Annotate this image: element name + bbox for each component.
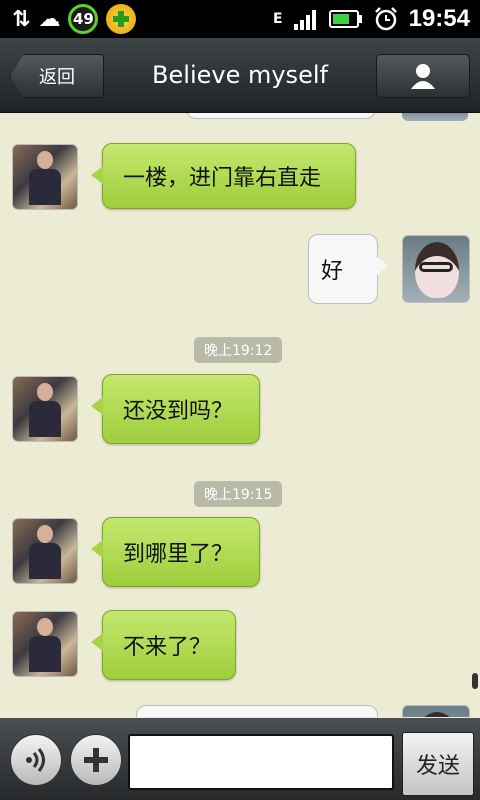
back-button-label: 返回 — [39, 67, 75, 88]
message-bubble-received[interactable]: 不来了？ — [91, 610, 236, 680]
message-text: 还没到吗？ — [123, 399, 234, 424]
battery-icon — [328, 10, 362, 28]
page-title: Believe myself — [152, 61, 328, 89]
message-text: 好 — [321, 259, 344, 284]
my-avatar[interactable] — [402, 235, 470, 303]
message-text: 到哪里了？ — [123, 542, 234, 567]
message-bubble-received[interactable]: 到哪里了？ — [91, 517, 260, 587]
title-bar: 返回 Believe myself — [0, 38, 480, 113]
timestamp-label: 晚上19:15 — [194, 481, 283, 507]
message-bubble-received[interactable]: 还没到吗？ — [91, 374, 260, 444]
status-time: 19:54 — [408, 5, 470, 32]
plus-icon — [84, 748, 108, 772]
message-text: 不来了？ — [123, 635, 212, 660]
weather-icon: ☁ — [38, 6, 61, 32]
message-text: 一楼，进门靠右直走 — [123, 166, 322, 191]
send-button[interactable]: 发送 — [402, 732, 474, 796]
message-input[interactable] — [128, 734, 394, 790]
add-attachment-button[interactable] — [70, 734, 122, 786]
message-bubble-sent[interactable]: 好 — [308, 234, 389, 304]
person-icon — [411, 64, 435, 89]
network-type-label: E — [273, 11, 283, 27]
message-bubble-received[interactable]: 一楼，进门靠右直走 — [91, 143, 356, 209]
contact-avatar[interactable] — [12, 518, 78, 584]
security-plus-icon — [106, 4, 137, 34]
send-button-label: 发送 — [415, 754, 460, 779]
battery-percent-badge: 49 — [68, 4, 99, 34]
partial-message-bubble — [136, 705, 378, 717]
input-bar: 发送 — [0, 718, 480, 800]
my-avatar — [402, 705, 470, 717]
partial-message-bubble — [186, 113, 376, 119]
voice-input-button[interactable] — [10, 734, 62, 786]
contact-avatar[interactable] — [12, 376, 78, 442]
scrollbar-thumb[interactable] — [472, 673, 478, 689]
signal-icon — [293, 10, 316, 30]
data-transfer-icon: ⇅ — [12, 6, 31, 32]
alarm-clock-icon — [374, 7, 397, 31]
back-button[interactable]: 返回 — [10, 54, 104, 98]
partial-avatar — [402, 113, 468, 121]
timestamp-label: 晚上19:12 — [194, 337, 283, 363]
chat-message-list[interactable]: 一楼，进门靠右直走 好 晚上19:12 还没到吗？ 晚上19:15 到哪里了？ … — [0, 113, 480, 717]
voice-wave-icon — [26, 748, 45, 772]
contact-profile-button[interactable] — [376, 54, 470, 98]
contact-avatar[interactable] — [12, 611, 78, 677]
contact-avatar[interactable] — [12, 144, 78, 210]
status-bar: ⇅ ☁ 49 E 19:54 — [0, 0, 480, 38]
